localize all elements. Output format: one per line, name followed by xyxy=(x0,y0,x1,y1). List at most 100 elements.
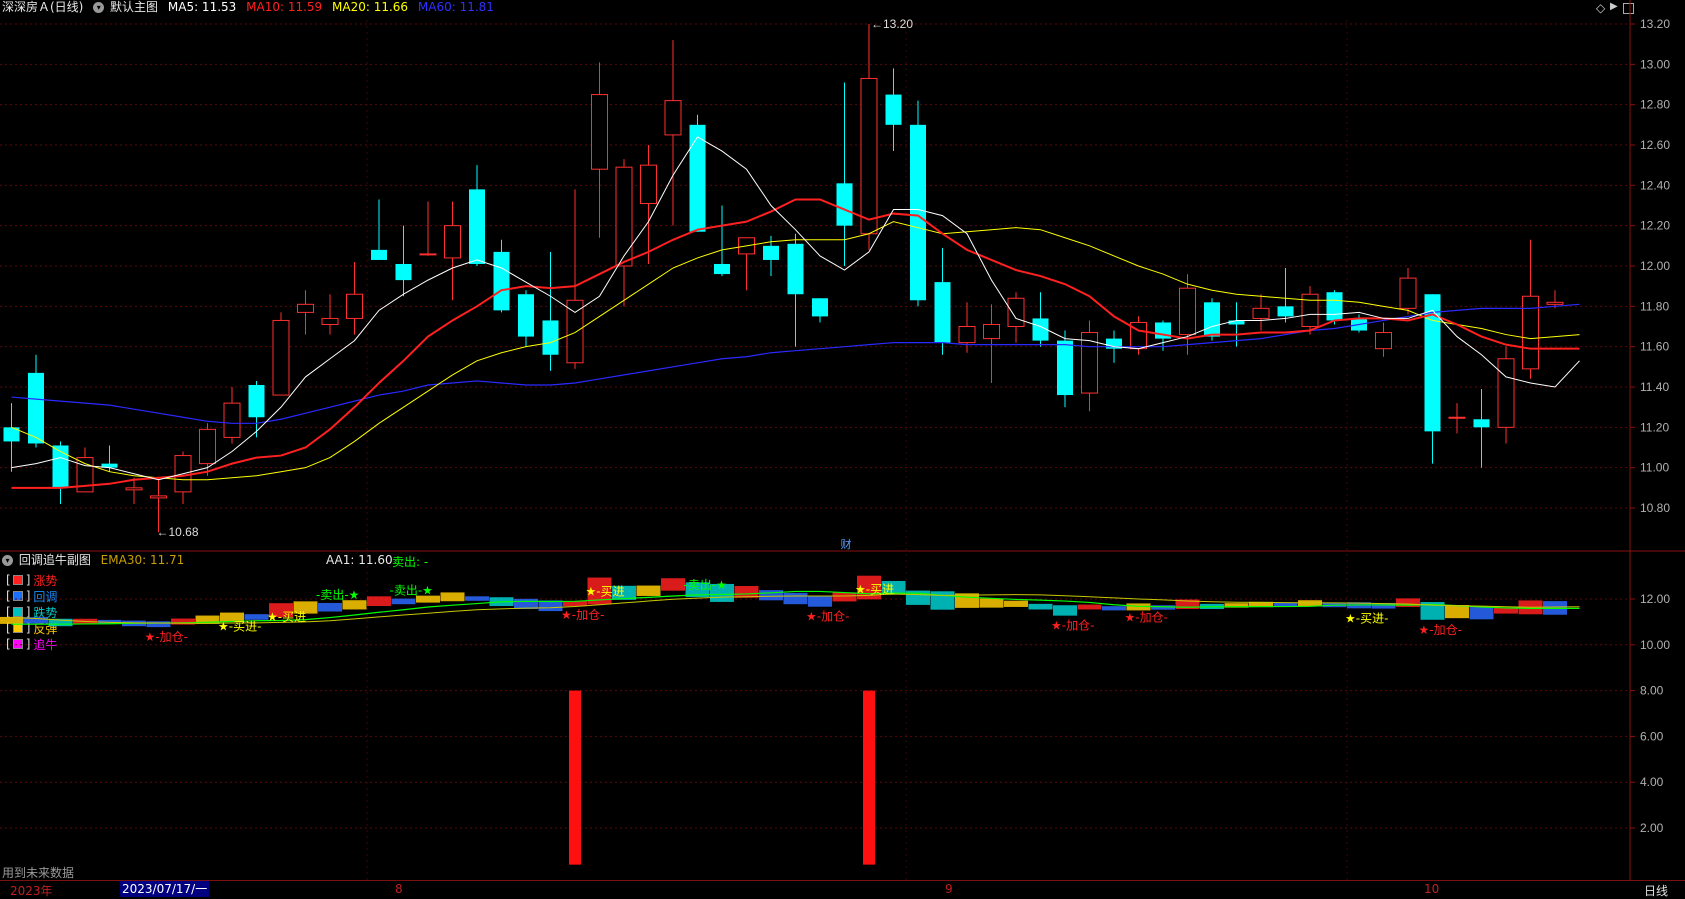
candle-body xyxy=(1497,358,1515,428)
signal-label: ★-加仓- xyxy=(1125,610,1168,624)
candle-body xyxy=(1204,302,1220,337)
candle-body xyxy=(28,372,44,444)
candle-body xyxy=(763,245,779,260)
month-label-oct: 10 xyxy=(1424,882,1440,896)
candle-body xyxy=(297,303,314,313)
trend-band-bar xyxy=(1004,600,1028,607)
candle-body xyxy=(566,299,584,364)
trend-band-bar xyxy=(1469,607,1494,620)
signal-label: ★-加仓- xyxy=(1419,623,1462,637)
candle-body xyxy=(812,298,828,317)
price-tick-label: 12.00 xyxy=(1640,259,1670,273)
finance-marker: 财 xyxy=(841,537,852,551)
sub-tick-label: 8.00 xyxy=(1640,684,1664,698)
price-tick-label: 11.80 xyxy=(1640,299,1669,313)
trend-band-bar xyxy=(146,621,171,628)
signal-label: -卖出-★ xyxy=(684,578,727,592)
trend-band-bar xyxy=(661,578,685,591)
high-price-marker: ←13.20 xyxy=(871,17,913,31)
signal-label: ★-买进- xyxy=(1345,611,1388,625)
cursor-date-label: 2023/07/17/一 xyxy=(120,881,210,897)
period-label[interactable]: 日线 xyxy=(1644,882,1668,899)
candle-body xyxy=(223,402,241,438)
year-label: 2023年 xyxy=(10,884,53,898)
signal-label: -卖出-★ xyxy=(316,588,359,602)
candle-body xyxy=(1448,416,1466,419)
candle-body xyxy=(1301,293,1319,328)
price-tick-label: 12.60 xyxy=(1640,138,1670,152)
month-label-aug: 8 xyxy=(395,882,403,896)
candle-body xyxy=(860,77,878,235)
candle-body xyxy=(1546,301,1564,305)
candle-body xyxy=(395,263,412,281)
signal-label: ★-加仓- xyxy=(1051,619,1094,633)
price-tick-label: 12.20 xyxy=(1640,219,1670,233)
sub-tick-label: 2.00 xyxy=(1640,821,1664,835)
candle-body xyxy=(150,495,167,499)
sub-tick-label: 6.00 xyxy=(1640,729,1664,743)
trend-band-bar xyxy=(979,598,1004,608)
candle-body xyxy=(958,326,976,344)
candle-body xyxy=(1473,419,1490,428)
trend-band-bar xyxy=(1445,605,1469,619)
candle-body xyxy=(1228,320,1245,325)
candle-body xyxy=(1522,295,1539,370)
candle-body xyxy=(125,487,143,491)
candle-body xyxy=(199,428,216,465)
candle-body xyxy=(615,166,633,267)
signal-label: ★-买进 xyxy=(267,610,306,624)
candle-body xyxy=(640,164,657,204)
candle-body xyxy=(1326,292,1343,321)
candle-body xyxy=(1375,332,1392,350)
month-label-sep: 9 xyxy=(945,882,953,896)
price-tick-label: 12.80 xyxy=(1640,98,1670,112)
timeline-bar: 2023年 2023/07/17/一 8 9 10 日线 xyxy=(0,880,1685,899)
candle-body xyxy=(885,94,902,125)
price-tick-label: 13.20 xyxy=(1640,17,1670,31)
trend-band-bar xyxy=(367,596,391,607)
sub-tick-label: 12.00 xyxy=(1640,592,1670,606)
signal-label: ★-买进- xyxy=(218,620,261,634)
trend-band-bar xyxy=(391,598,416,605)
trend-band-bar xyxy=(808,595,832,607)
candle-body xyxy=(518,294,534,337)
candle-body xyxy=(444,225,461,259)
price-tick-label: 11.00 xyxy=(1640,461,1669,475)
candle-body xyxy=(1057,340,1073,396)
candle-body xyxy=(493,251,510,311)
candle-body xyxy=(542,320,559,355)
candle-body xyxy=(714,263,730,275)
sub-tick-label: 10.00 xyxy=(1640,638,1670,652)
chart-canvas[interactable]: 13.20 13.00 12.80 12.60 12.40 12.20 12.00 11.80… xyxy=(0,0,1685,880)
trend-band-bar xyxy=(465,596,489,601)
trend-band-bar xyxy=(1053,605,1077,616)
price-tick-label: 11.40 xyxy=(1640,380,1669,394)
signal-label: ★-加仓- xyxy=(806,610,849,624)
candle-body xyxy=(321,317,339,325)
signal-volume-bar xyxy=(863,690,875,865)
candle-body xyxy=(910,124,926,301)
candle-body xyxy=(1179,287,1196,336)
signal-label: -卖出-★ xyxy=(390,584,433,598)
price-tick-label: 12.40 xyxy=(1640,178,1670,192)
trend-band-bar xyxy=(759,590,783,601)
trend-band-bar xyxy=(832,592,857,602)
trend-band-bar xyxy=(1102,606,1126,611)
candle-body xyxy=(469,189,485,264)
candle-body xyxy=(371,249,387,260)
candle-body xyxy=(934,282,951,343)
candle-body xyxy=(591,94,608,170)
candle-body xyxy=(689,124,706,232)
trend-band-bar xyxy=(1028,603,1053,610)
signal-volume-bar xyxy=(569,690,581,865)
trend-band-bar xyxy=(783,592,808,605)
price-tick-label: 10.80 xyxy=(1640,501,1670,515)
candle-body xyxy=(419,253,437,256)
candle-body xyxy=(836,183,853,226)
candle-body xyxy=(248,384,265,418)
price-tick-label: 11.60 xyxy=(1640,340,1669,354)
trend-band-bar xyxy=(636,585,661,596)
sub-tick-label: 4.00 xyxy=(1640,775,1664,789)
candle-body xyxy=(983,323,1000,340)
trend-band-bar xyxy=(734,586,759,598)
